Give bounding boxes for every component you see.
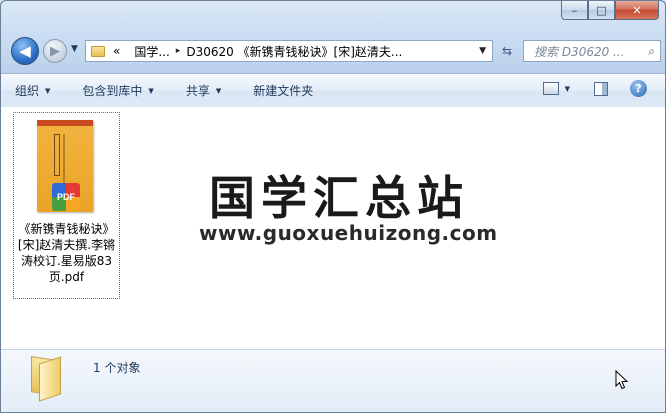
address-dropdown-icon[interactable]: ▼ [479,46,486,56]
caption-buttons: – □ ✕ [561,1,659,21]
preview-pane-icon[interactable] [594,81,608,96]
back-button[interactable]: ◀ [11,37,39,65]
organize-label: 组织 [15,84,40,98]
details-pane: 1 个对象 [1,349,665,412]
new-folder-label: 新建文件夹 [253,84,314,98]
arrow-left-icon: ◀ [19,42,31,60]
maximize-button[interactable]: □ [588,1,615,20]
item-count: 1 个对象 [93,361,141,375]
navigation-bar: ◀ ▶ ▼ « 国学... ▸ D30620 《新镌青钱秘诀》[宋]赵清夫...… [9,36,661,66]
explorer-window: – □ ✕ ◀ ▶ ▼ « 国学... ▸ D30620 《新镌青钱秘诀》[宋]… [0,0,666,413]
minimize-button[interactable]: – [561,1,588,20]
include-library-label: 包含到库中 [82,84,143,98]
help-icon[interactable]: ? [630,80,647,97]
breadcrumb-item-root[interactable]: 国学... [134,43,169,60]
breadcrumb-separator-icon[interactable]: ▸ [176,46,181,56]
organize-button[interactable]: 组织 ▼ [15,82,50,99]
forward-button[interactable]: ▶ [43,39,67,63]
file-item[interactable]: PDF 《新镌青钱秘诀》[宋]赵清夫撰.李锵涛校订.星易版83页.pdf [13,112,120,299]
view-options-icon[interactable]: ▼ [565,85,570,93]
chevron-down-icon: ▼ [148,86,154,95]
share-label: 共享 [185,84,210,98]
chevron-down-icon: ▼ [215,86,222,95]
search-placeholder: 搜索 D30620 ... [534,44,625,59]
new-folder-button[interactable]: 新建文件夹 [253,82,313,99]
search-icon[interactable]: ⌕ [648,44,655,59]
search-input[interactable]: 搜索 D30620 ... ⌕ [523,40,661,62]
pdf-icon: PDF [52,183,80,211]
view-controls: ▼ ? [542,80,647,97]
share-button[interactable]: 共享 ▼ [186,82,221,99]
include-in-library-button[interactable]: 包含到库中 ▼ [82,82,153,99]
refresh-icon: ⇆ [501,44,513,58]
refresh-button[interactable]: ⇆ [495,40,519,62]
recent-pages-button[interactable]: ▼ [71,44,78,54]
breadcrumb-overflow[interactable]: « [113,44,120,58]
book-header-strip [37,120,93,126]
close-button[interactable]: ✕ [615,1,659,20]
folder-icon [91,45,105,57]
address-bar[interactable]: « 国学... ▸ D30620 《新镌青钱秘诀》[宋]赵清夫... ▼ [85,40,493,62]
breadcrumb-item-current[interactable]: D30620 《新镌青钱秘诀》[宋]赵清夫... [186,43,402,60]
watermark-title: 国学汇总站 [209,171,469,225]
folder-front-panel [39,356,61,402]
chevron-down-icon: ▼ [45,86,51,95]
change-view-icon[interactable] [542,82,559,95]
command-bar: 组织 ▼ 包含到库中 ▼ 共享 ▼ 新建文件夹 ▼ ? [1,73,665,108]
file-list[interactable]: PDF 《新镌青钱秘诀》[宋]赵清夫撰.李锵涛校订.星易版83页.pdf 国学汇… [1,107,665,349]
arrow-right-icon: ▶ [50,43,60,59]
folder-icon [31,356,63,402]
watermark-url: www.guoxuehuizong.com [199,221,498,245]
file-name[interactable]: 《新镌青钱秘诀》[宋]赵清夫撰.李锵涛校订.星易版83页.pdf [14,221,119,285]
book-title-box [54,134,60,176]
